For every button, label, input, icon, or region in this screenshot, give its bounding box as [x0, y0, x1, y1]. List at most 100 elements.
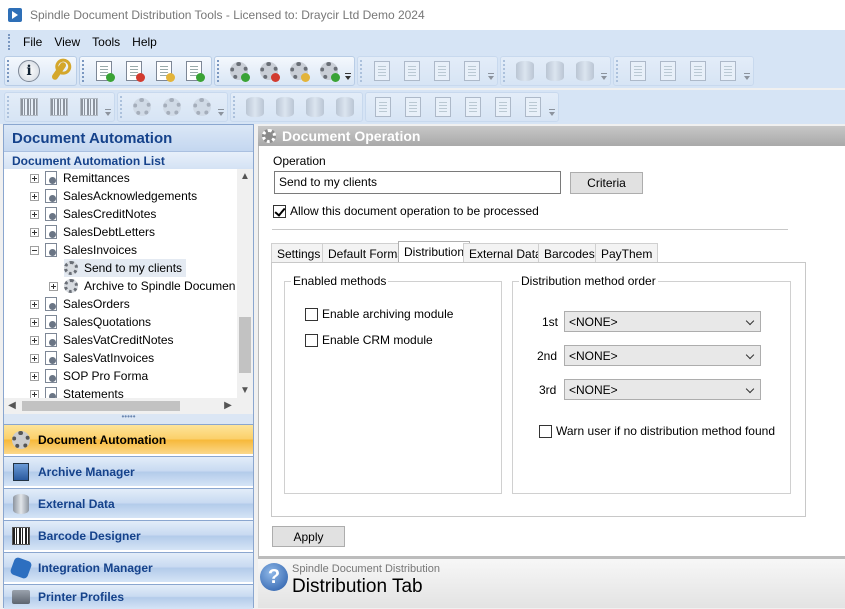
refresh-document-button[interactable] — [180, 58, 208, 84]
checkbox-checked-icon[interactable] — [273, 204, 286, 218]
toolbar-overflow[interactable] — [344, 60, 352, 82]
storage-add-button[interactable] — [511, 58, 539, 84]
scroll-left-icon[interactable]: ◀ — [4, 400, 20, 411]
cabinet-edit-button[interactable] — [684, 58, 712, 84]
form-button-4[interactable] — [458, 58, 486, 84]
database-edit-button[interactable] — [301, 94, 329, 120]
delete-document-button[interactable] — [120, 58, 148, 84]
scroll-thumb[interactable] — [22, 401, 180, 411]
nav-barcode-designer[interactable]: Barcode Designer — [4, 520, 253, 550]
toolbar-overflow[interactable] — [743, 60, 751, 82]
allow-operation-checkbox[interactable]: Allow this document operation to be proc… — [273, 204, 539, 218]
tree-item-salesvatcreditnotes[interactable]: SalesVatCreditNotes — [30, 331, 174, 349]
edit-document-button[interactable] — [150, 58, 178, 84]
expand-icon[interactable] — [30, 335, 39, 345]
operation-name-input[interactable]: Send to my clients — [274, 171, 561, 194]
license-button[interactable] — [45, 58, 73, 84]
menu-file[interactable]: File — [17, 35, 48, 49]
menu-help[interactable]: Help — [126, 35, 163, 49]
delete-operation-button[interactable] — [255, 58, 283, 84]
collapse-icon[interactable] — [30, 245, 39, 255]
order-3rd-select[interactable]: <NONE> — [564, 379, 761, 400]
toolbar-overflow[interactable] — [217, 96, 225, 118]
tab-paythem[interactable]: PayThem — [595, 243, 659, 263]
form-button-2[interactable] — [398, 58, 426, 84]
tree-item-remittances[interactable]: Remittances — [30, 169, 130, 187]
expand-icon[interactable] — [30, 209, 39, 219]
barcode-edit-button[interactable] — [75, 94, 103, 120]
expand-icon[interactable] — [30, 173, 39, 183]
refresh-operation-button[interactable] — [315, 58, 343, 84]
tree-item-send-to-my-clients[interactable]: Send to my clients — [64, 259, 187, 277]
barcode-add-button[interactable] — [15, 94, 43, 120]
storage-edit-button[interactable] — [571, 58, 599, 84]
tree-item-salesorders[interactable]: SalesOrders — [30, 295, 130, 313]
form-button-1[interactable] — [368, 58, 396, 84]
tab-settings[interactable]: Settings — [271, 243, 327, 263]
expand-icon[interactable] — [30, 227, 39, 237]
form-button-3[interactable] — [428, 58, 456, 84]
menu-view[interactable]: View — [48, 35, 86, 49]
field-add-button[interactable] — [459, 94, 487, 120]
tree-item-salesacknowledgements[interactable]: SalesAcknowledgements — [30, 187, 197, 205]
expand-icon[interactable] — [49, 281, 58, 291]
cabinet-add-button[interactable] — [624, 58, 652, 84]
checkbox-unchecked-icon[interactable] — [539, 424, 552, 438]
tree-item-salesvatinvoices[interactable]: SalesVatInvoices — [30, 349, 154, 367]
integration-edit-button[interactable] — [188, 94, 216, 120]
expand-icon[interactable] — [30, 353, 39, 363]
tree-item-archive-to-spindle[interactable]: Archive to Spindle Documen — [49, 277, 235, 295]
folder-edit-button[interactable] — [429, 94, 457, 120]
enable-archiving-checkbox[interactable]: Enable archiving module — [305, 307, 453, 321]
checkbox-unchecked-icon[interactable] — [305, 307, 318, 321]
tree-vertical-scrollbar[interactable]: ▲ ▼ — [237, 169, 253, 398]
scroll-thumb[interactable] — [239, 317, 251, 373]
order-2nd-select[interactable]: <NONE> — [564, 345, 761, 366]
barcode-delete-button[interactable] — [45, 94, 73, 120]
database-delete-button[interactable] — [271, 94, 299, 120]
help-icon[interactable]: ? — [260, 563, 288, 591]
add-operation-button[interactable] — [225, 58, 253, 84]
toolbar-overflow[interactable] — [600, 60, 608, 82]
criteria-button[interactable]: Criteria — [570, 172, 643, 194]
tab-default-forms[interactable]: Default Forms — [322, 243, 410, 263]
database-refresh-button[interactable] — [331, 94, 359, 120]
scroll-down-icon[interactable]: ▼ — [237, 385, 253, 396]
tree-item-salesinvoices[interactable]: SalesInvoices — [30, 241, 137, 259]
panel-splitter[interactable]: ••••• — [4, 413, 253, 424]
tree-item-sop-pro-forma[interactable]: SOP Pro Forma — [30, 367, 148, 385]
apply-button[interactable]: Apply — [272, 526, 345, 547]
folder-delete-button[interactable] — [399, 94, 427, 120]
scroll-up-icon[interactable]: ▲ — [237, 171, 253, 182]
tree-item-statements[interactable]: Statements — [30, 385, 124, 398]
tab-external-data[interactable]: External Data — [463, 243, 548, 263]
about-button[interactable]: i — [15, 58, 43, 84]
integration-delete-button[interactable] — [158, 94, 186, 120]
tab-barcodes[interactable]: Barcodes — [538, 243, 601, 263]
nav-document-automation[interactable]: Document Automation — [4, 424, 253, 454]
expand-icon[interactable] — [30, 389, 39, 398]
tree-item-salesquotations[interactable]: SalesQuotations — [30, 313, 151, 331]
document-tree[interactable]: Remittances SalesAcknowledgements SalesC… — [4, 169, 237, 398]
enable-crm-checkbox[interactable]: Enable CRM module — [305, 333, 433, 347]
checkbox-unchecked-icon[interactable] — [305, 333, 318, 347]
edit-operation-button[interactable] — [285, 58, 313, 84]
nav-archive-manager[interactable]: Archive Manager — [4, 456, 253, 486]
field-delete-button[interactable] — [489, 94, 517, 120]
expand-icon[interactable] — [30, 191, 39, 201]
nav-integration-manager[interactable]: Integration Manager — [4, 552, 253, 582]
toolbar-overflow[interactable] — [548, 96, 556, 118]
nav-external-data[interactable]: External Data — [4, 488, 253, 518]
scroll-right-icon[interactable]: ▶ — [220, 400, 236, 411]
order-1st-select[interactable]: <NONE> — [564, 311, 761, 332]
integration-add-button[interactable] — [128, 94, 156, 120]
warn-no-method-checkbox[interactable]: Warn user if no distribution method foun… — [539, 424, 775, 438]
expand-icon[interactable] — [30, 299, 39, 309]
folder-add-button[interactable] — [369, 94, 397, 120]
expand-icon[interactable] — [30, 317, 39, 327]
storage-delete-button[interactable] — [541, 58, 569, 84]
tree-item-salesdebtletters[interactable]: SalesDebtLetters — [30, 223, 155, 241]
toolbar-overflow[interactable] — [104, 96, 112, 118]
menu-tools[interactable]: Tools — [86, 35, 126, 49]
expand-icon[interactable] — [30, 371, 39, 381]
